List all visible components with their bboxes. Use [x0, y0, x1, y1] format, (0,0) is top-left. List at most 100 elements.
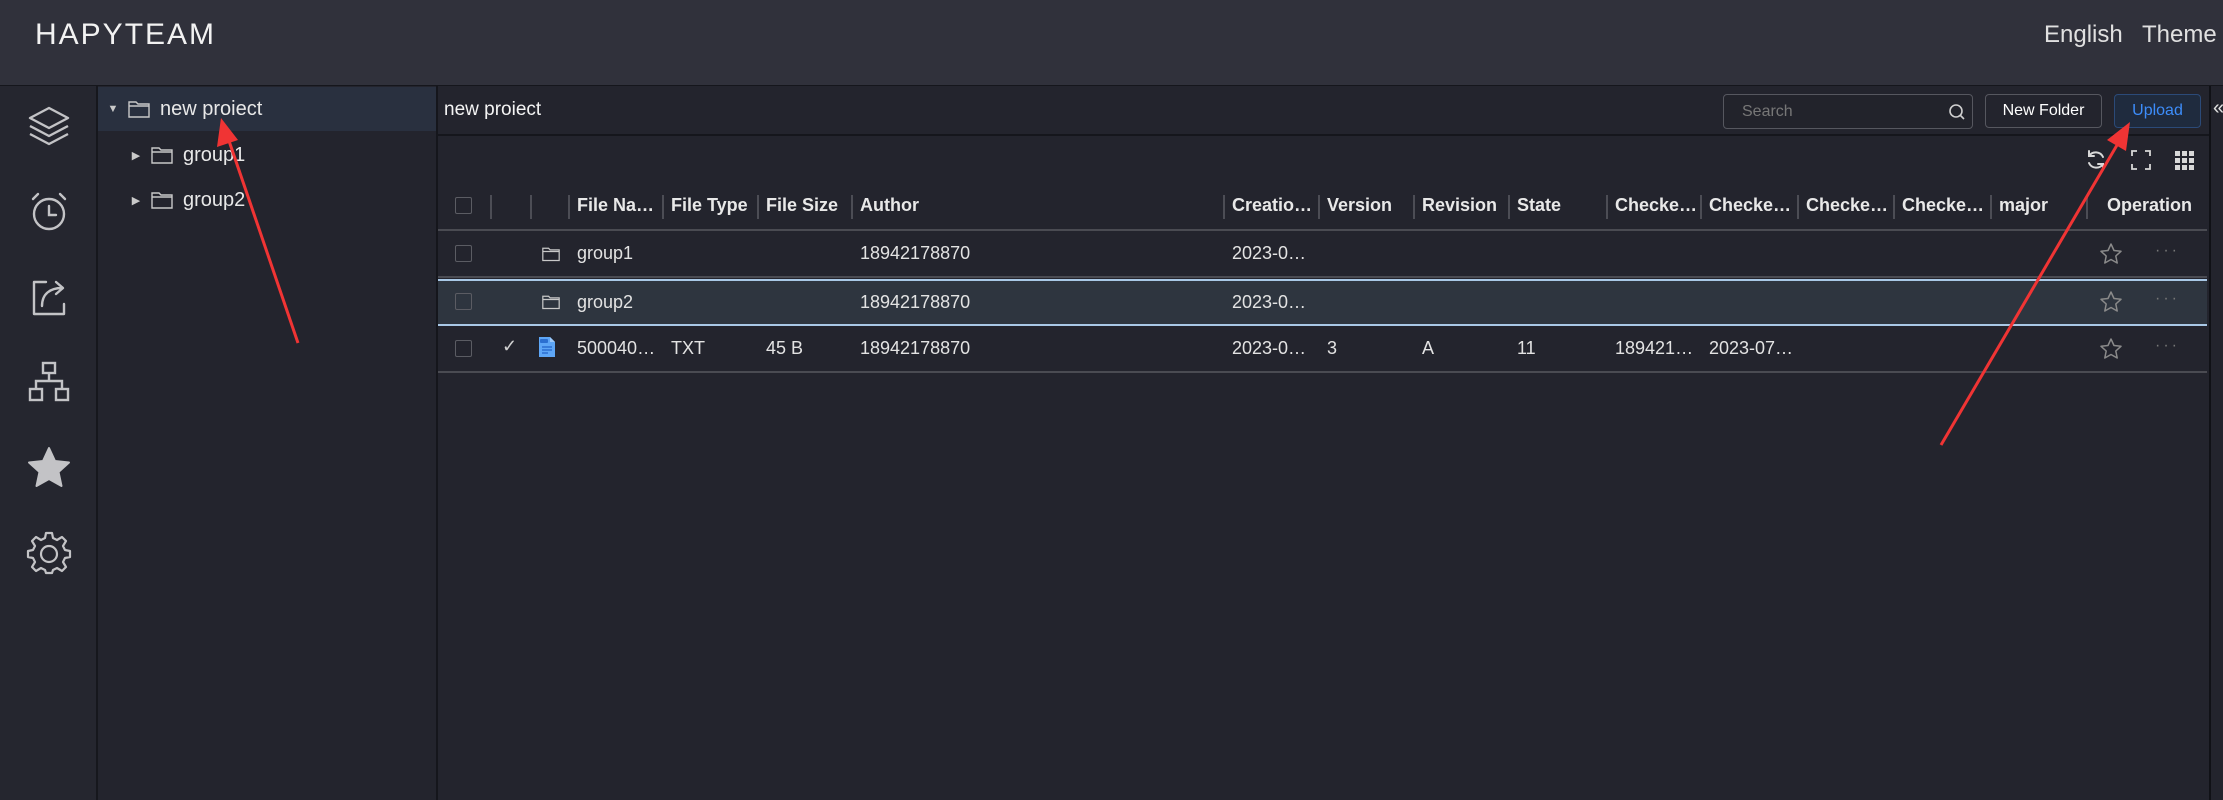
- row-checkbox[interactable]: [455, 293, 472, 310]
- header-file-type[interactable]: File Type: [662, 180, 757, 231]
- header-checked-out-date[interactable]: Checke…: [1700, 180, 1797, 231]
- column-separator[interactable]: [1893, 195, 1895, 219]
- tree-node-root[interactable]: ▼ new proiect: [98, 87, 436, 131]
- header-checked-3[interactable]: Checke…: [1797, 180, 1893, 231]
- column-separator[interactable]: [1990, 195, 1992, 219]
- column-separator[interactable]: [568, 195, 570, 219]
- header-version[interactable]: Version: [1318, 180, 1413, 231]
- tree-node-group1[interactable]: ▶ group1: [98, 133, 436, 177]
- cell-author: 18942178870: [860, 243, 971, 263]
- cell-revision: A: [1422, 338, 1435, 358]
- sidebar-item-favorites[interactable]: [24, 443, 74, 493]
- table-header: File Na… File Type File Size Author Crea…: [438, 180, 2207, 231]
- favorite-star-icon[interactable]: [2099, 290, 2123, 314]
- favorite-star-icon[interactable]: [2099, 337, 2123, 361]
- breadcrumb: new proiect: [444, 99, 542, 120]
- cell-checked-out-date: 2023-07…: [1709, 338, 1794, 358]
- table-row[interactable]: ✓ 500040… TXT 45 B 18942178870 2023-0… 3…: [438, 326, 2207, 373]
- table-row[interactable]: group2 18942178870 2023-0… ···: [438, 279, 2207, 326]
- select-all-checkbox[interactable]: [455, 197, 472, 214]
- language-selector[interactable]: English: [2044, 21, 2123, 49]
- column-separator[interactable]: [1700, 195, 1702, 219]
- column-settings-icon[interactable]: [2172, 148, 2196, 172]
- column-separator[interactable]: [530, 195, 532, 219]
- expand-panel-icon[interactable]: «: [2213, 97, 2223, 120]
- alarm-clock-icon: [31, 192, 67, 231]
- sidebar-item-settings[interactable]: [24, 527, 74, 577]
- cell-file-type: TXT: [671, 338, 705, 358]
- layers-icon: [28, 106, 70, 146]
- header-state[interactable]: State: [1508, 180, 1606, 231]
- column-separator[interactable]: [1318, 195, 1320, 219]
- sidebar-item-structure[interactable]: [24, 357, 74, 407]
- file-browser: new proiect New Folder Upload File Na… F…: [438, 86, 2209, 800]
- sidebar-item-recent[interactable]: [24, 187, 74, 237]
- refresh-icon[interactable]: [2084, 148, 2108, 172]
- cell-creation: 2023-0…: [1232, 243, 1307, 263]
- tree-node-label: new proiect: [160, 97, 263, 120]
- favorite-star-icon[interactable]: [2099, 242, 2123, 266]
- table-row[interactable]: group1 18942178870 2023-0… ···: [438, 231, 2207, 278]
- column-separator[interactable]: [1797, 195, 1799, 219]
- column-separator[interactable]: [1508, 195, 1510, 219]
- more-actions-button[interactable]: ···: [2155, 290, 2180, 308]
- caret-right-icon[interactable]: ▶: [129, 149, 143, 162]
- column-separator[interactable]: [1413, 195, 1415, 219]
- column-separator[interactable]: [490, 195, 492, 219]
- row-checkbox[interactable]: [455, 245, 472, 262]
- tree-node-label: group2: [183, 188, 246, 211]
- more-actions-button[interactable]: ···: [2155, 337, 2180, 355]
- folder-tree: ▼ new proiect ▶ group1 ▶ group2: [98, 86, 438, 800]
- header-major[interactable]: major: [1990, 180, 2086, 231]
- folder-icon: [128, 101, 150, 118]
- header-author[interactable]: Author: [851, 180, 1223, 231]
- txt-file-icon: [539, 337, 555, 357]
- tree-node-group2[interactable]: ▶ group2: [98, 178, 436, 222]
- search-box: [1723, 94, 1973, 129]
- cell-file-name[interactable]: 500040…: [568, 326, 662, 371]
- cell-creation: 2023-0…: [1232, 338, 1307, 358]
- row-checkbox[interactable]: [455, 340, 472, 357]
- header-file-name[interactable]: File Na…: [568, 180, 662, 231]
- fullscreen-icon[interactable]: [2129, 148, 2153, 172]
- cell-checked-out-by: 189421…: [1615, 338, 1694, 358]
- sidebar-item-projects[interactable]: [24, 102, 74, 152]
- header-file-size[interactable]: File Size: [757, 180, 851, 231]
- column-separator[interactable]: [1606, 195, 1608, 219]
- search-input[interactable]: [1742, 95, 1942, 128]
- theme-selector[interactable]: Theme: [2142, 21, 2217, 49]
- upload-button[interactable]: Upload: [2114, 94, 2201, 128]
- nav-sidebar: [0, 86, 98, 800]
- gear-icon: [26, 531, 72, 575]
- cell-state: 11: [1517, 338, 1536, 358]
- header-select-all: [438, 180, 490, 231]
- folder-icon: [151, 192, 173, 209]
- cell-author: 18942178870: [860, 338, 971, 358]
- new-folder-button[interactable]: New Folder: [1985, 94, 2102, 128]
- header-checked-out-by[interactable]: Checke…: [1606, 180, 1700, 231]
- header-checked-4[interactable]: Checke…: [1893, 180, 1990, 231]
- search-icon[interactable]: [1948, 103, 1966, 121]
- cell-creation: 2023-0…: [1232, 292, 1307, 312]
- header-revision[interactable]: Revision: [1413, 180, 1508, 231]
- folder-icon: [542, 295, 560, 310]
- more-actions-button[interactable]: ···: [2155, 242, 2180, 260]
- caret-down-icon[interactable]: ▼: [106, 103, 120, 115]
- content-header: new proiect New Folder Upload: [438, 86, 2209, 136]
- app-logo: HAPYTEAM: [35, 18, 217, 51]
- caret-right-icon[interactable]: ▶: [129, 194, 143, 207]
- cell-file-size: 45 B: [766, 338, 804, 358]
- column-separator[interactable]: [2086, 195, 2088, 219]
- column-separator[interactable]: [1223, 195, 1225, 219]
- header-col-checkout: [490, 180, 530, 231]
- cell-file-name[interactable]: group2: [568, 281, 662, 324]
- sidebar-item-shared[interactable]: [24, 272, 74, 322]
- column-separator[interactable]: [757, 195, 759, 219]
- org-chart-icon: [28, 361, 70, 402]
- header-creation[interactable]: Creatio…: [1223, 180, 1318, 231]
- star-icon: [28, 447, 70, 487]
- column-separator[interactable]: [662, 195, 664, 219]
- column-separator[interactable]: [851, 195, 853, 219]
- cell-file-name[interactable]: group1: [568, 231, 662, 276]
- right-panel: «: [2209, 86, 2223, 800]
